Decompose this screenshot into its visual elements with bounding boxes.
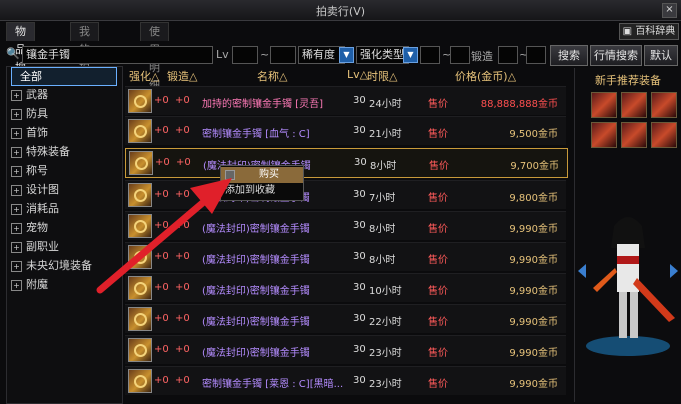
red-arrow-icon [96,178,232,294]
